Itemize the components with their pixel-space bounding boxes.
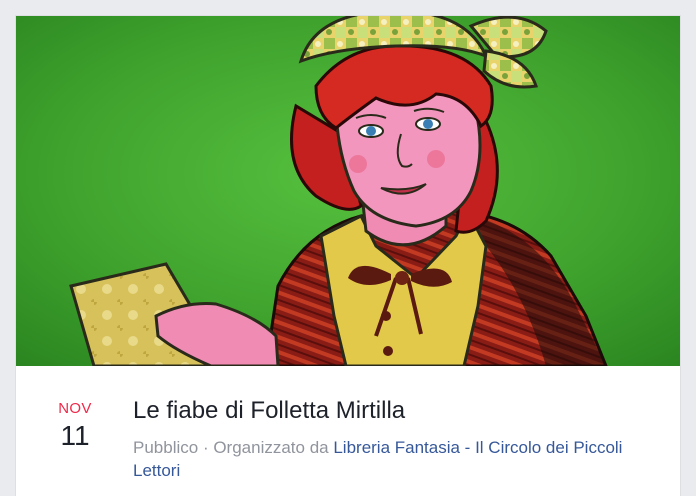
meta-separator: · (198, 438, 214, 457)
event-meta: Pubblico · Organizzato da Libreria Fanta… (133, 436, 653, 482)
event-date: NOV 11 (42, 400, 108, 452)
event-details: NOV 11 Le fiabe di Folletta Mirtilla Pub… (16, 367, 680, 496)
event-title-link[interactable]: Le fiabe di Folletta Mirtilla (133, 396, 653, 426)
organized-by-label: Organizzato da (213, 438, 334, 457)
event-privacy: Pubblico (133, 438, 199, 457)
event-day: 11 (60, 420, 90, 451)
event-info: Le fiabe di Folletta Mirtilla Pubblico ·… (133, 396, 653, 482)
event-cover-image[interactable] (16, 16, 680, 366)
event-card[interactable]: NOV 11 Le fiabe di Folletta Mirtilla Pub… (15, 15, 681, 496)
event-month: NOV (58, 400, 92, 417)
cover-illustration (16, 16, 680, 366)
